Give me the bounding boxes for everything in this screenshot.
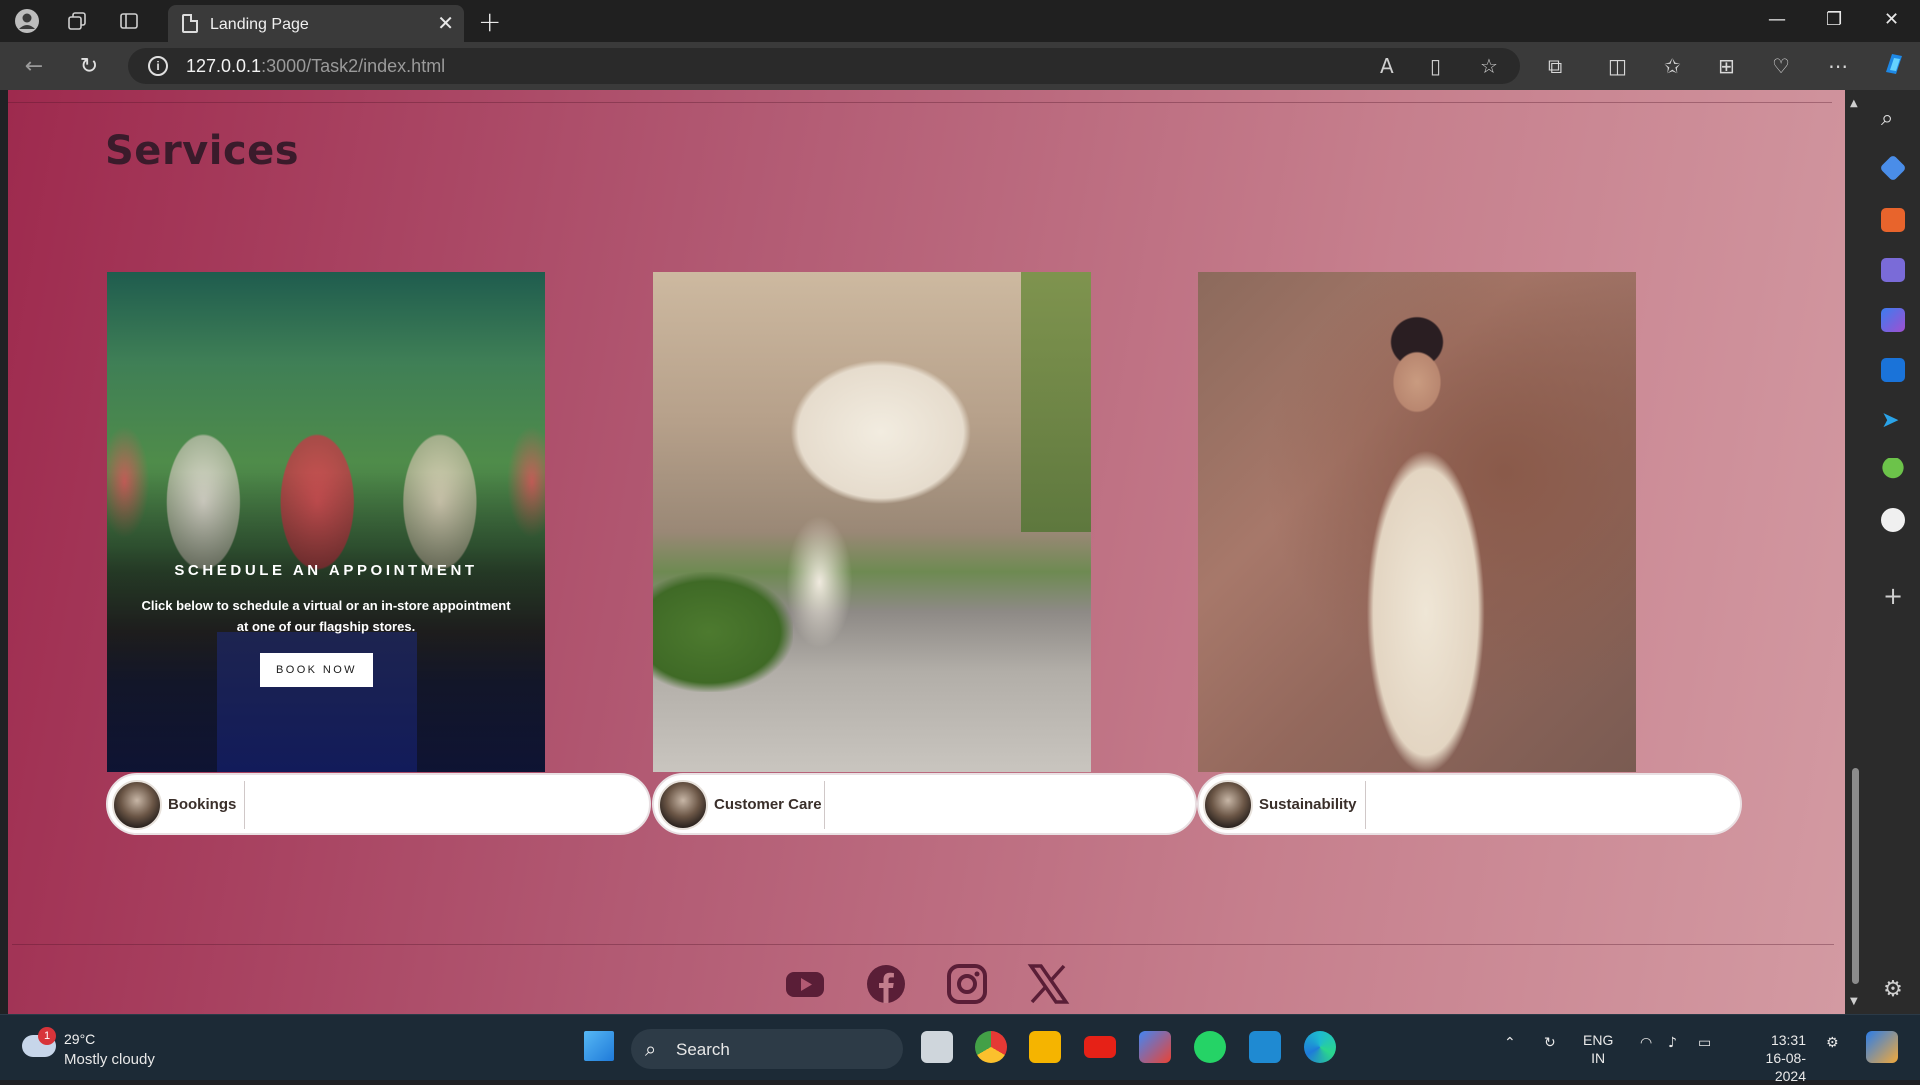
address-bar[interactable]: i 127.0.0.1:3000/Task2/index.html A ▯ ☆ xyxy=(128,48,1520,84)
vscode-icon[interactable] xyxy=(1249,1031,1281,1063)
tab-bar: Landing Page ✕ + — ❐ ✕ xyxy=(0,0,1920,42)
appointment-card-image: SCHEDULE AN APPOINTMENT Click below to s… xyxy=(107,272,545,772)
divider xyxy=(244,781,245,829)
copilot-taskbar-icon[interactable] xyxy=(1866,1031,1898,1063)
vertical-tabs-icon[interactable] xyxy=(116,8,142,34)
scroll-thumb[interactable] xyxy=(1852,768,1859,984)
immersive-reader-icon[interactable]: ▯ xyxy=(1430,54,1441,78)
more-options-icon[interactable]: ⋯ xyxy=(1828,54,1848,78)
minimize-icon[interactable]: — xyxy=(1768,9,1786,30)
shopping-tag-icon[interactable] xyxy=(1879,154,1907,182)
avatar xyxy=(658,780,708,830)
instagram-icon[interactable] xyxy=(945,962,989,1006)
page-viewport: Services SCHEDULE AN APPOINTMENT Click b… xyxy=(8,90,1845,1014)
scroll-down-icon[interactable]: ▼ xyxy=(1850,996,1858,1007)
workspaces-icon[interactable] xyxy=(64,8,90,34)
weather-badge: 1 xyxy=(38,1027,56,1045)
sync-icon[interactable]: ↻ xyxy=(1544,1035,1556,1051)
games-icon[interactable] xyxy=(1881,258,1905,282)
whatsapp-icon[interactable] xyxy=(1194,1031,1226,1063)
top-divider xyxy=(8,102,1832,103)
tools-icon[interactable] xyxy=(1881,208,1905,232)
weather-description[interactable]: Mostly cloudy xyxy=(64,1051,155,1068)
book-now-button[interactable]: BOOK NOW xyxy=(260,653,373,687)
youtube-icon[interactable] xyxy=(783,962,827,1006)
task-view-icon[interactable] xyxy=(921,1031,953,1063)
time-text: 13:31 xyxy=(1770,1032,1806,1048)
tree-icon[interactable] xyxy=(1881,458,1905,482)
appointment-text: Click below to schedule a virtual or an … xyxy=(141,598,511,634)
youtube-app-icon[interactable] xyxy=(1084,1036,1116,1058)
browser-toolbar: ← ↻ i 127.0.0.1:3000/Task2/index.html A … xyxy=(0,42,1920,90)
sustainability-card-label[interactable]: Sustainability xyxy=(1197,773,1742,835)
page-icon xyxy=(182,14,198,33)
edge-icon[interactable] xyxy=(1304,1031,1336,1063)
read-aloud-icon[interactable]: A xyxy=(1380,54,1394,78)
volume-icon[interactable]: ♪ xyxy=(1668,1035,1677,1051)
add-sidebar-icon[interactable]: + xyxy=(1881,584,1905,608)
card-label: Bookings xyxy=(168,796,237,813)
sustainability-image xyxy=(1198,272,1636,772)
profile-icon[interactable] xyxy=(14,8,40,34)
gmail-icon[interactable] xyxy=(1139,1031,1171,1063)
scroll-up-icon[interactable]: ▲ xyxy=(1850,98,1858,109)
search-label: Search xyxy=(676,1040,730,1059)
x-icon[interactable] xyxy=(1026,962,1070,1006)
chrome-icon[interactable] xyxy=(975,1031,1007,1063)
avatar xyxy=(112,780,162,830)
new-tab-button[interactable]: + xyxy=(478,5,501,38)
taskbar-search[interactable]: ⌕ Search xyxy=(631,1029,903,1069)
page-title: Services xyxy=(105,128,300,174)
clock[interactable]: 13:31 16-08-2024 xyxy=(1736,1031,1806,1085)
refresh-icon[interactable]: ↻ xyxy=(75,52,103,80)
customer-care-image xyxy=(653,272,1091,772)
avatar xyxy=(1203,780,1253,830)
active-tab[interactable]: Landing Page ✕ xyxy=(168,5,464,42)
windows-taskbar: 1 29°C Mostly cloudy ⌕ Search ⌃ ↻ ENG IN… xyxy=(0,1014,1920,1084)
search-icon[interactable]: ⌕ xyxy=(1881,106,1905,131)
site-info-icon[interactable]: i xyxy=(148,56,168,76)
language-indicator[interactable]: ENG IN xyxy=(1583,1031,1613,1067)
divider xyxy=(1365,781,1366,829)
card-label: Customer Care xyxy=(714,796,822,813)
window-close-icon[interactable]: ✕ xyxy=(1884,9,1899,30)
facebook-icon[interactable] xyxy=(864,962,908,1006)
appointment-title: SCHEDULE AN APPOINTMENT xyxy=(174,562,478,579)
close-tab-icon[interactable]: ✕ xyxy=(437,11,454,35)
bookings-card-label[interactable]: Bookings xyxy=(106,773,651,835)
weather-temperature[interactable]: 29°C xyxy=(64,1031,95,1047)
collections-icon[interactable]: ⊞ xyxy=(1718,54,1735,78)
outlook-icon[interactable] xyxy=(1881,358,1905,382)
extensions-icon[interactable]: ⧉ xyxy=(1548,54,1562,78)
customer-care-card-label[interactable]: Customer Care xyxy=(652,773,1197,835)
favorite-star-icon[interactable]: ☆ xyxy=(1480,54,1498,78)
page-scrollbar[interactable]: ▲ ▼ xyxy=(1845,90,1865,1014)
wifi-icon[interactable]: ◠ xyxy=(1640,1035,1652,1051)
show-hidden-icons-icon[interactable]: ⌃ xyxy=(1504,1035,1516,1051)
copilot-icon[interactable] xyxy=(1880,50,1908,83)
favorites-icon[interactable]: ✩ xyxy=(1664,54,1681,78)
tab-title: Landing Page xyxy=(210,16,309,33)
microsoft365-icon[interactable] xyxy=(1881,308,1905,332)
search-icon: ⌕ xyxy=(645,1037,657,1061)
split-screen-icon[interactable]: ◫ xyxy=(1608,54,1627,78)
browser-essentials-icon[interactable]: ♡ xyxy=(1772,54,1790,78)
battery-icon[interactable]: ▭ xyxy=(1698,1035,1711,1051)
back-icon[interactable]: ← xyxy=(20,52,48,80)
file-explorer-icon[interactable] xyxy=(1029,1031,1061,1063)
notifications-icon[interactable]: ⚙ xyxy=(1826,1035,1839,1051)
card-label: Sustainability xyxy=(1259,796,1357,813)
settings-gear-icon[interactable]: ⚙ xyxy=(1881,978,1905,1002)
restore-icon[interactable]: ❐ xyxy=(1826,9,1842,30)
edge-sidebar: ⌕ ➤ + ⚙ xyxy=(1865,90,1920,1014)
footer-divider xyxy=(12,944,1834,945)
send-icon[interactable]: ➤ xyxy=(1881,408,1905,433)
windows-start-icon[interactable] xyxy=(584,1031,614,1061)
divider xyxy=(824,781,825,829)
github-icon[interactable] xyxy=(1881,508,1905,532)
url-text[interactable]: 127.0.0.1:3000/Task2/index.html xyxy=(186,56,445,77)
